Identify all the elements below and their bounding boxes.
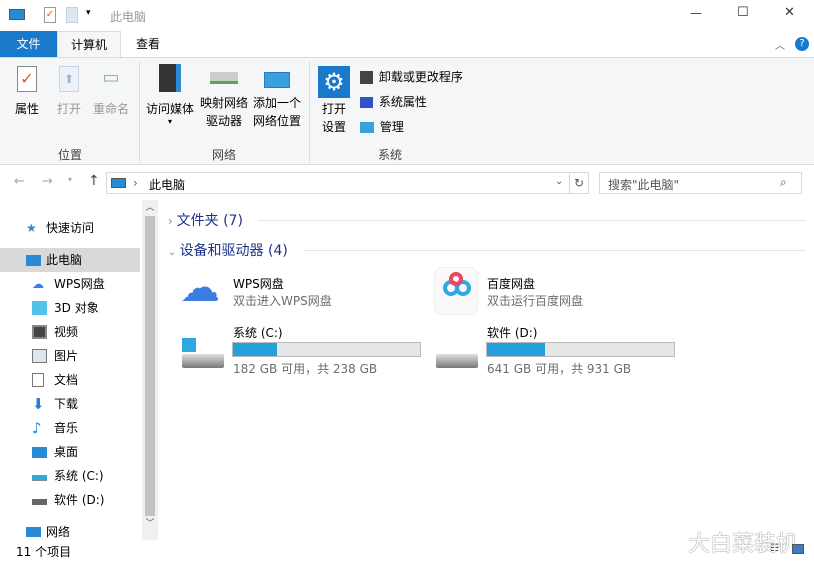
- search-input[interactable]: 搜索"此电脑" ⌕: [599, 172, 802, 194]
- sidebar-item-pictures[interactable]: 图片: [0, 344, 140, 368]
- address-bar-row: ← → ▾ ↑ › 此电脑 ⌄ ↻ 搜索"此电脑" ⌕: [0, 166, 814, 200]
- chevron-down-icon: ⌄: [168, 247, 180, 258]
- sidebar-item-quick-access[interactable]: ★ 快速访问: [0, 216, 140, 240]
- new-folder-quick-icon[interactable]: [66, 7, 78, 23]
- help-icon[interactable]: ?: [795, 37, 809, 51]
- status-bar: 11 个项目 大白菜装机 ☷: [0, 532, 814, 563]
- properties-button[interactable]: ✓ 属性: [10, 66, 44, 118]
- computer-icon: [26, 255, 41, 266]
- group-location-label: 位置: [58, 148, 83, 162]
- computer-icon: [111, 178, 126, 188]
- computer-icon: [9, 9, 25, 20]
- uninstall-icon: [360, 71, 373, 84]
- sidebar-item-downloads[interactable]: ⬇ 下载: [0, 392, 140, 416]
- star-icon: ★: [26, 221, 37, 235]
- tab-computer[interactable]: 计算机: [57, 31, 121, 58]
- details-view-icon[interactable]: ☷: [770, 543, 779, 554]
- maximize-button[interactable]: ☐: [737, 5, 749, 20]
- map-network-drive-button[interactable]: 映射网络 驱动器: [198, 72, 250, 130]
- video-icon: [32, 325, 47, 339]
- drive-icon: [32, 499, 47, 505]
- cube-icon: [32, 301, 47, 315]
- sidebar-item-3d-objects[interactable]: 3D 对象: [0, 296, 140, 320]
- access-media-button[interactable]: 访问媒体 ▾: [144, 64, 196, 126]
- group-system-label: 系统: [378, 148, 403, 162]
- download-arrow-icon: ⬇: [32, 395, 45, 413]
- system-properties-button[interactable]: 系统属性: [360, 93, 427, 111]
- baidu-cloud-icon: [434, 267, 478, 315]
- section-devices[interactable]: ⌄ 设备和驱动器 (4): [168, 240, 288, 260]
- properties-quick-icon[interactable]: ✓: [44, 7, 56, 23]
- sidebar-item-wps[interactable]: ☁ WPS网盘: [0, 272, 140, 296]
- forward-button[interactable]: →: [42, 174, 53, 189]
- minimize-button[interactable]: —: [690, 6, 702, 20]
- sidebar-item-this-pc[interactable]: 此电脑: [0, 248, 140, 272]
- recent-locations-dropdown[interactable]: ▾: [68, 175, 72, 184]
- drive-d-usage-bar: [486, 342, 675, 357]
- breadcrumb-this-pc[interactable]: 此电脑: [149, 176, 185, 193]
- network-drive-icon: [210, 72, 238, 84]
- music-note-icon: ♪: [32, 419, 42, 437]
- media-icon: [159, 64, 181, 92]
- section-folders[interactable]: › 文件夹 (7): [168, 210, 243, 230]
- address-field[interactable]: › 此电脑 ⌄: [106, 172, 570, 194]
- close-button[interactable]: ✕: [784, 5, 795, 20]
- back-button[interactable]: ←: [14, 174, 25, 189]
- group-network-label: 网络: [212, 148, 237, 162]
- network-location-icon: [264, 72, 290, 88]
- watermark: 大白菜装机: [688, 532, 799, 557]
- sidebar-item-documents[interactable]: 文档: [0, 368, 140, 392]
- tab-view[interactable]: 查看: [121, 31, 175, 57]
- hard-drive-icon: [182, 354, 224, 368]
- wps-cloud-icon: ☁: [180, 265, 220, 311]
- open-settings-button[interactable]: ⚙ 打开 设置: [316, 66, 352, 136]
- address-dropdown-icon[interactable]: ⌄: [555, 176, 563, 187]
- hard-drive-icon: [436, 354, 478, 368]
- item-count: 11 个项目: [16, 545, 72, 559]
- nav-scrollbar[interactable]: ︿ ﹀: [142, 200, 158, 540]
- sidebar-item-drive-c[interactable]: 系统 (C:): [0, 464, 140, 488]
- sidebar-item-drive-d[interactable]: 软件 (D:): [0, 488, 140, 512]
- quick-access-dropdown-icon[interactable]: ▾: [86, 8, 91, 18]
- open-button[interactable]: ⬆ 打开: [54, 66, 84, 118]
- sidebar-item-music[interactable]: ♪ 音乐: [0, 416, 140, 440]
- system-drive-icon: [32, 475, 47, 481]
- scroll-up-icon[interactable]: ︿: [142, 200, 158, 216]
- scroll-down-icon[interactable]: ﹀: [142, 516, 158, 532]
- rename-icon: ▭: [102, 67, 120, 88]
- sidebar-item-desktop[interactable]: 桌面: [0, 440, 140, 464]
- manage-button[interactable]: 管理: [360, 118, 404, 136]
- document-icon: [32, 373, 44, 387]
- up-button[interactable]: ↑: [88, 173, 100, 189]
- windows-logo-icon: [182, 338, 196, 352]
- navigation-pane: ★ 快速访问 此电脑 ☁ WPS网盘 3D 对象 视频 图片 文档 ⬇ 下载 ♪ 音乐 …: [0, 200, 158, 540]
- search-icon: ⌕: [780, 175, 787, 189]
- title-bar: ✓ ▾ 此电脑 — ☐ ✕: [0, 0, 814, 31]
- sidebar-item-videos[interactable]: 视频: [0, 320, 140, 344]
- picture-icon: [32, 349, 47, 363]
- drive-c-usage-bar: [232, 342, 421, 357]
- content-pane: › 文件夹 (7) ⌄ 设备和驱动器 (4) ☁ WPS网盘 双击进入WPS网盘…: [160, 200, 814, 540]
- open-icon: ⬆: [59, 66, 79, 92]
- refresh-button[interactable]: ↻: [569, 172, 589, 194]
- breadcrumb-chevron-icon: ›: [133, 176, 138, 190]
- scroll-thumb[interactable]: [145, 216, 155, 516]
- chevron-right-icon: ›: [168, 214, 177, 228]
- window-title: 此电脑: [110, 10, 147, 24]
- manage-icon: [360, 122, 374, 133]
- large-icons-view-icon[interactable]: [792, 544, 804, 554]
- cloud-icon: ☁: [32, 277, 44, 291]
- rename-button[interactable]: ▭ 重命名: [90, 66, 132, 118]
- uninstall-program-button[interactable]: 卸载或更改程序: [360, 68, 463, 86]
- properties-icon: ✓: [17, 66, 37, 92]
- add-network-location-button[interactable]: 添加一个 网络位置: [251, 72, 303, 130]
- network-icon: [26, 527, 41, 537]
- system-properties-icon: [360, 97, 373, 108]
- tab-file[interactable]: 文件: [0, 31, 57, 57]
- ribbon: ✓ 属性 ⬆ 打开 ▭ 重命名 位置 访问媒体 ▾ 映射网络 驱动器 添加一个 网络位…: [0, 57, 814, 165]
- collapse-ribbon-icon[interactable]: ︿: [775, 37, 785, 52]
- desktop-icon: [32, 447, 47, 458]
- settings-gear-icon: ⚙: [318, 66, 350, 98]
- ribbon-tabs: 文件 计算机 查看 ︿ ?: [0, 31, 814, 58]
